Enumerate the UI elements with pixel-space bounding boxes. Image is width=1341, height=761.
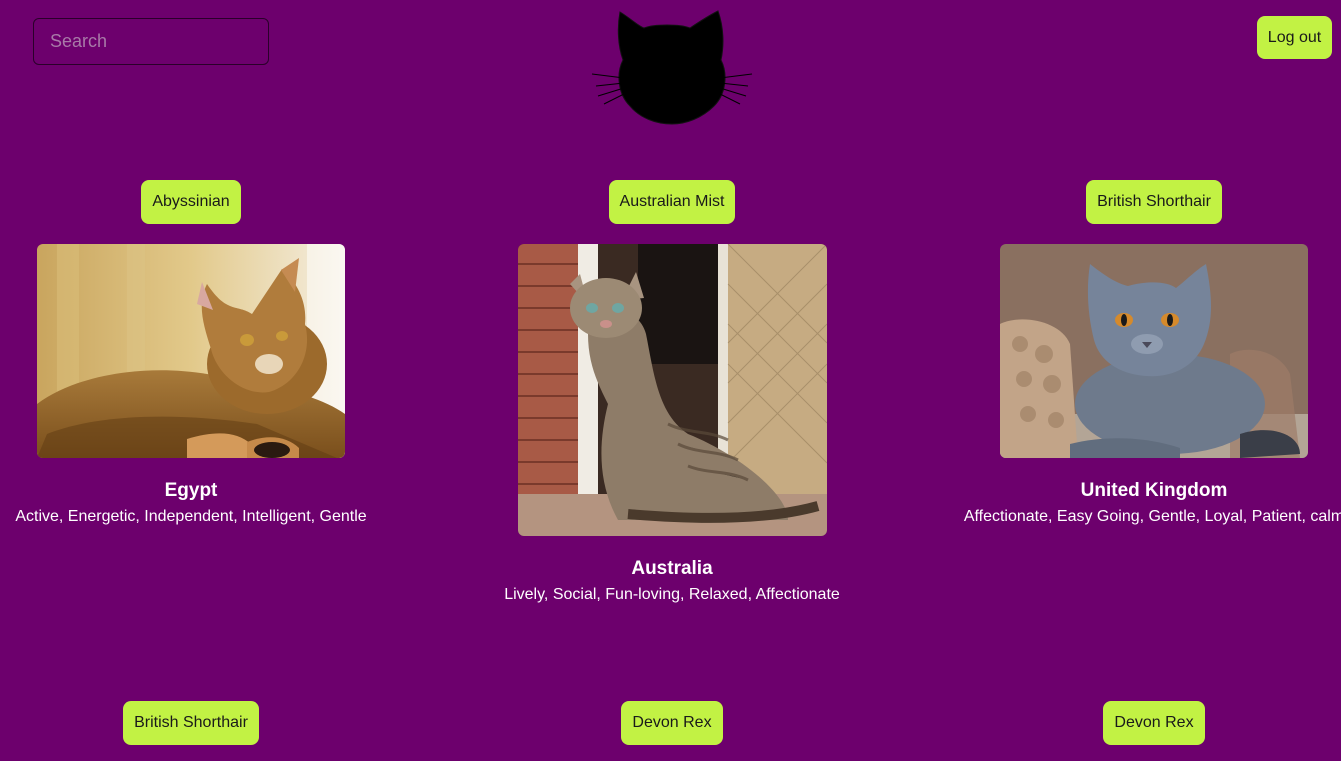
breed-button[interactable]: Australian Mist <box>608 180 736 224</box>
temperament-text: Active, Energetic, Independent, Intellig… <box>15 508 367 525</box>
cat-photo <box>37 244 345 458</box>
breed-button[interactable]: British Shorthair <box>1086 180 1222 224</box>
breed-card: Devon Rex <box>924 701 1341 745</box>
breed-card: British Shorthair United Kingdom Affecti… <box>924 180 1341 527</box>
cat-photo <box>1000 244 1308 458</box>
origin-country: Egypt <box>164 480 218 501</box>
breed-card: Abyssinian Egypt Active, Energetic, Inde… <box>0 180 421 527</box>
cat-head-icon <box>590 8 754 126</box>
breed-button[interactable]: Devon Rex <box>1103 701 1205 745</box>
cat-photo <box>517 244 827 536</box>
breed-button[interactable]: Abyssinian <box>141 180 241 224</box>
breed-button[interactable]: Devon Rex <box>621 701 723 745</box>
origin-country: United Kingdom <box>1080 480 1228 501</box>
breed-card: Australian Mist Australia Lively, Social… <box>442 180 902 605</box>
logout-button[interactable]: Log out <box>1257 16 1332 59</box>
breed-button[interactable]: British Shorthair <box>123 701 259 745</box>
origin-country: Australia <box>631 558 713 579</box>
temperament-text: Affectionate, Easy Going, Gentle, Loyal,… <box>963 508 1341 525</box>
search-input[interactable] <box>33 18 269 65</box>
breed-card: British Shorthair <box>0 701 421 745</box>
breed-card: Devon Rex <box>442 701 902 745</box>
temperament-text: Lively, Social, Fun-loving, Relaxed, Aff… <box>504 586 840 603</box>
